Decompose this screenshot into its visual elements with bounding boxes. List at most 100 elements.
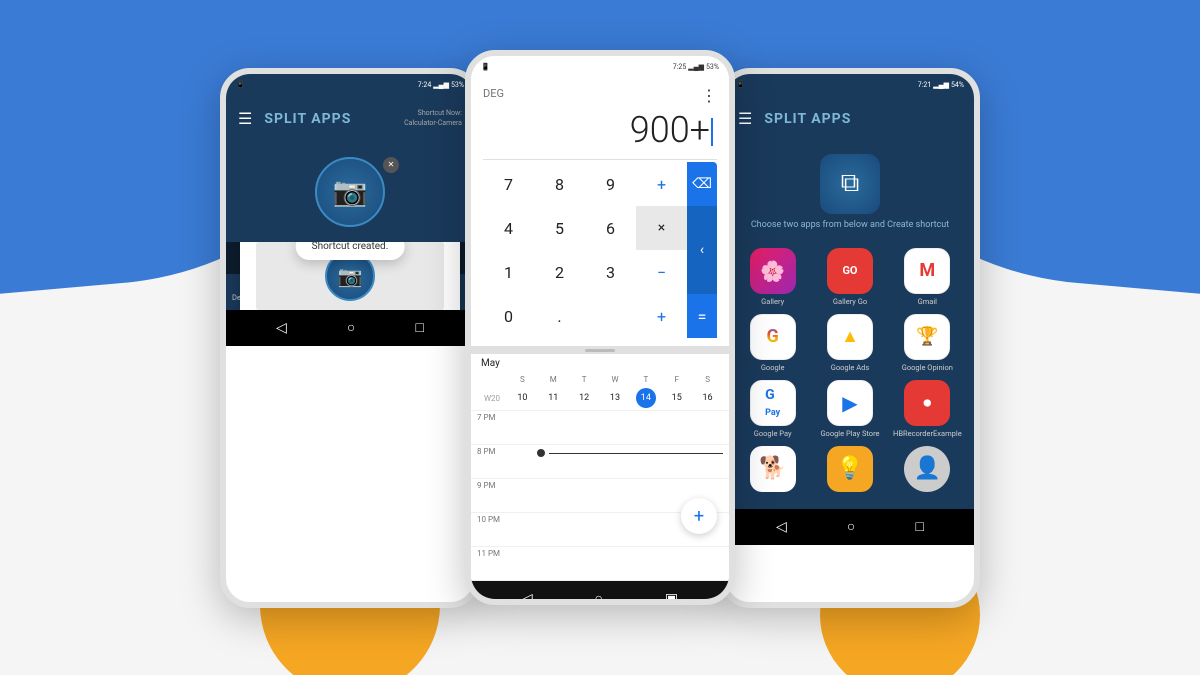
- calc-1[interactable]: 1: [483, 250, 534, 294]
- gallery-label: Gallery: [761, 297, 784, 306]
- cal-day-T2: T: [630, 375, 661, 384]
- google-ads-label: Google Ads: [831, 363, 870, 372]
- gmail-label: Gmail: [918, 297, 937, 306]
- calc-3[interactable]: 3: [585, 250, 636, 294]
- cal-10[interactable]: 10: [507, 393, 538, 403]
- cal-time-8pm: 8 PM: [477, 445, 507, 456]
- phone2-nav-back[interactable]: ◁: [522, 591, 533, 606]
- phone2-nav-recent[interactable]: ▣: [665, 591, 678, 606]
- phone3-nav-back[interactable]: ◁: [776, 519, 787, 535]
- cal-11[interactable]: 11: [538, 393, 569, 403]
- phone1-nav-bar: ◁ ○ □: [226, 310, 474, 346]
- phone1-notification-icon: 📱: [236, 81, 245, 89]
- cal-15[interactable]: 15: [661, 393, 692, 403]
- cal-day-M: M: [538, 375, 569, 384]
- calc-2[interactable]: 2: [534, 250, 585, 294]
- cal-14-today[interactable]: 14: [636, 388, 656, 408]
- calendar-fab[interactable]: +: [681, 498, 717, 534]
- calc-dot[interactable]: .: [534, 294, 585, 338]
- phone2-nav-home[interactable]: ○: [595, 590, 603, 605]
- app-dog[interactable]: 🐕: [739, 446, 807, 495]
- phone3-nav-recent[interactable]: □: [915, 518, 923, 535]
- calc-5[interactable]: 5: [534, 206, 585, 250]
- gallery-go-label: Gallery Go: [833, 297, 867, 306]
- phone1-signal: ▂▄▆: [433, 81, 449, 89]
- google-pay-label: Google Pay: [754, 429, 792, 438]
- calendar-drag-handle[interactable]: [471, 346, 729, 354]
- google-ads-icon: ▲: [827, 314, 873, 360]
- phone3-nav-home[interactable]: ○: [847, 518, 855, 535]
- phone1-status-bar: 📱 7:24 ▂▄▆ 53%: [226, 74, 474, 96]
- shortcut-label: Shortcut Now:: [404, 109, 462, 118]
- calc-6[interactable]: 6: [585, 206, 636, 250]
- calc-mode: DEG: [483, 87, 504, 100]
- phone3-split-icon: ⧉: [820, 154, 880, 214]
- calc-9[interactable]: 9: [585, 162, 636, 206]
- phone2-signal: ▂▄▆: [688, 63, 704, 71]
- cal-12[interactable]: 12: [569, 393, 600, 403]
- app-person[interactable]: 👤: [893, 446, 961, 495]
- app-gallery-go[interactable]: GO Gallery Go: [816, 248, 884, 306]
- gallery-icon: 🌸: [750, 248, 796, 294]
- app-play-store[interactable]: ▶ Google Play Store: [816, 380, 884, 438]
- calc-collapse-btn[interactable]: ‹: [687, 206, 717, 294]
- phone1-title: SPLIT APPS: [264, 111, 351, 127]
- calc-4[interactable]: 4: [483, 206, 534, 250]
- calc-7[interactable]: 7: [483, 162, 534, 206]
- calc-more-icon[interactable]: ⋮: [701, 86, 717, 105]
- app-row-1: 🌸 Gallery GO Gallery Go M Gmail: [734, 248, 966, 306]
- phone3-choose-text: Choose two apps from below and Create sh…: [751, 220, 949, 230]
- phone3-app-list: 🌸 Gallery GO Gallery Go M Gmail G Google: [726, 242, 974, 509]
- cal-16[interactable]: 16: [692, 393, 723, 403]
- calc-0[interactable]: 0: [483, 294, 534, 338]
- app-google-ads[interactable]: ▲ Google Ads: [816, 314, 884, 372]
- play-store-icon: ▶: [827, 380, 873, 426]
- app-gallery[interactable]: 🌸 Gallery: [739, 248, 807, 306]
- cal-13[interactable]: 13: [600, 393, 631, 403]
- google-opinion-label: Google Opinion: [902, 363, 953, 372]
- phone1-nav-back[interactable]: ◁: [276, 320, 287, 336]
- cal-event-line: [549, 453, 723, 454]
- phone1-icons-area: 📷 ✕: [226, 142, 474, 242]
- phone2-status-right: 7:25 ▂▄▆ 53%: [673, 63, 719, 71]
- calendar-drag-indicator: [585, 349, 615, 352]
- dog-app-icon: 🐕: [750, 446, 796, 492]
- phone3-icons-area: ⧉ Choose two apps from below and Create …: [726, 142, 974, 242]
- calc-minus[interactable]: −: [636, 250, 687, 294]
- cal-time-10pm: 10 PM: [477, 513, 507, 524]
- week-number: W20: [477, 394, 507, 403]
- calc-equals[interactable]: =: [687, 294, 717, 338]
- phone3-header: ☰ SPLIT APPS: [726, 96, 974, 142]
- app-google-pay[interactable]: GPay Google Pay: [739, 380, 807, 438]
- app-row-4: 🐕 💡 👤: [734, 446, 966, 495]
- phone-2: 📱 7:25 ▂▄▆ 53% DEG ⋮ 900+ 7 8: [465, 50, 735, 605]
- app-gmail[interactable]: M Gmail: [893, 248, 961, 306]
- play-store-label: Google Play Store: [820, 429, 879, 438]
- phone1-time: 7:24: [418, 81, 432, 89]
- app-bulb[interactable]: 💡: [816, 446, 884, 495]
- app-google-opinion[interactable]: 🏆 Google Opinion: [893, 314, 961, 372]
- cal-slot-11pm: 11 PM: [471, 546, 729, 580]
- week-num-header: [477, 375, 507, 384]
- phone1-nav-home[interactable]: ○: [347, 319, 355, 336]
- phone3-menu-icon[interactable]: ☰: [738, 109, 752, 128]
- phone1-shortcut-info: Shortcut Now: Calculator-Camera: [404, 109, 462, 127]
- phone3-nav-bar: ◁ ○ □: [726, 509, 974, 545]
- phone1-menu-icon[interactable]: ☰: [238, 109, 252, 128]
- calc-8[interactable]: 8: [534, 162, 585, 206]
- calc-multiply[interactable]: ×: [636, 206, 687, 250]
- phone3-battery: 54%: [951, 81, 964, 89]
- app-google[interactable]: G Google: [739, 314, 807, 372]
- gmail-icon: M: [904, 248, 950, 294]
- app-hbrecorder[interactable]: ⏺ HBRecorderExample: [893, 380, 961, 438]
- calc-backspace[interactable]: ⌫: [687, 162, 717, 206]
- calc-plus2[interactable]: +: [636, 294, 687, 338]
- phone2-notification-icon: 📱: [481, 63, 490, 71]
- gallery-go-icon: GO: [827, 248, 873, 294]
- cal-day-W: W: [600, 375, 631, 384]
- cal-time-11pm: 11 PM: [477, 547, 507, 558]
- shortcut-value: Calculator-Camera: [404, 119, 462, 128]
- phone1-nav-recent[interactable]: □: [415, 319, 423, 336]
- calc-plus[interactable]: +: [636, 162, 687, 206]
- phone3-notification-icon: 📱: [736, 81, 745, 89]
